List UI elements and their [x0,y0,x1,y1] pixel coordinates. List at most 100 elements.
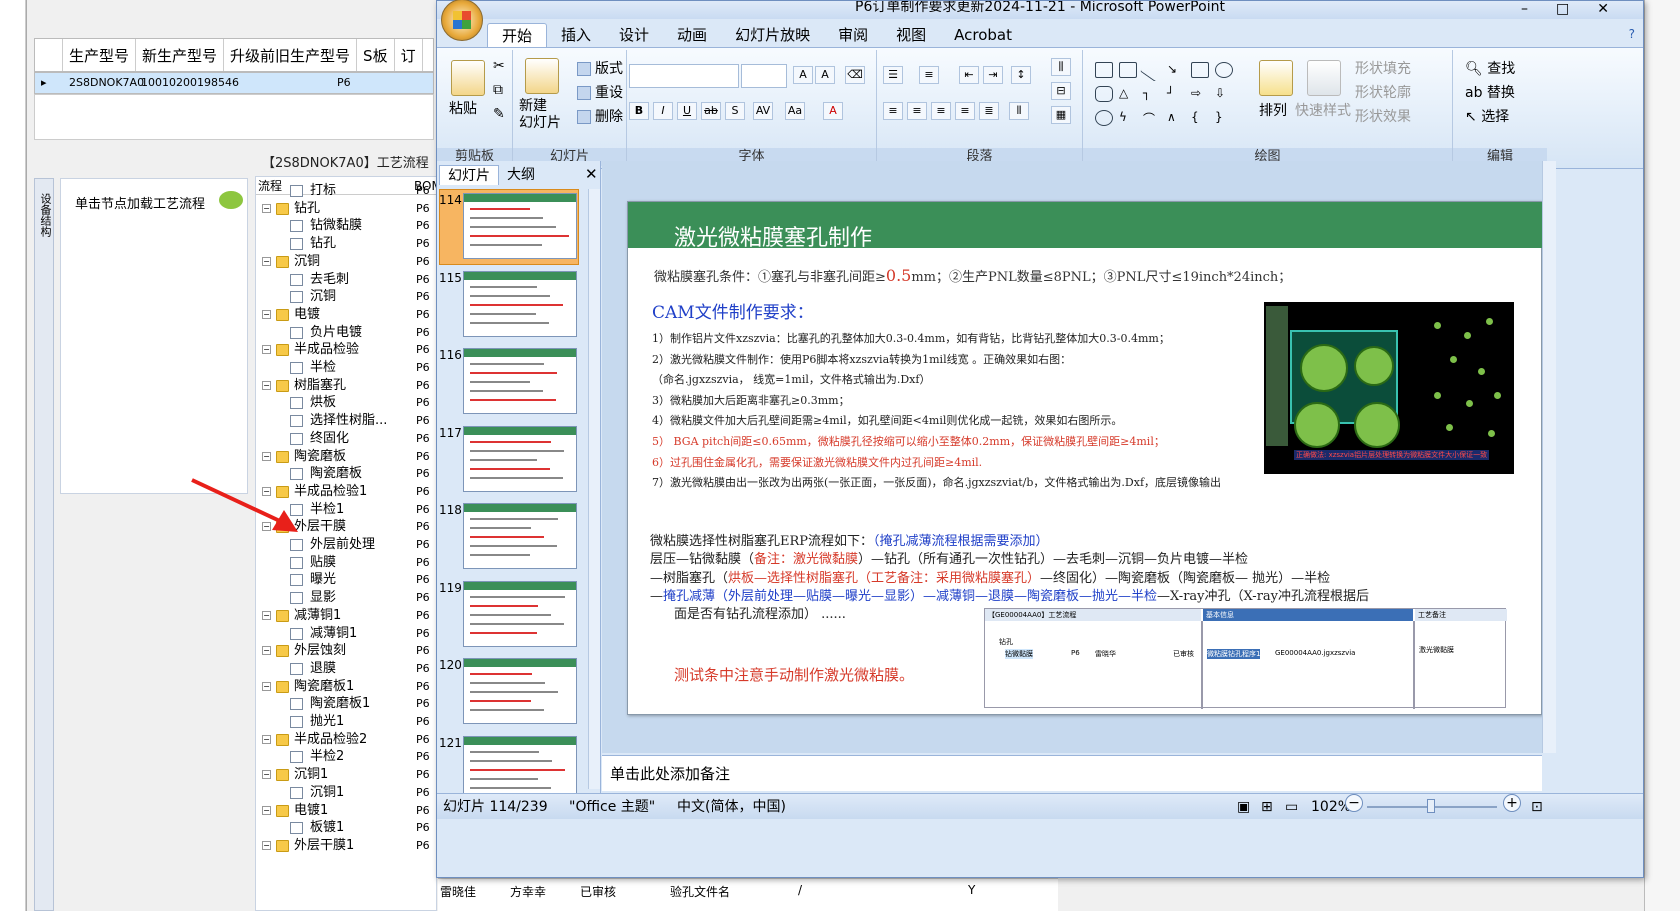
numbering-icon[interactable]: ≡ [919,66,939,84]
cut-icon[interactable]: ✂ [493,58,505,74]
notes-pane[interactable]: 单击此处添加备注 [602,755,1542,791]
select-button[interactable]: ↖ 选择 [1465,106,1509,126]
load-hint-text[interactable]: 单击节点加载工艺流程 [75,193,205,212]
italic-icon[interactable]: I [653,102,673,120]
freeform-shape-icon[interactable]: ∧ [1167,110,1185,126]
copy-icon[interactable]: ⧉ [493,82,503,98]
connector-shape-icon[interactable]: ┐ [1143,86,1161,102]
process-tab-caption[interactable]: 【2S8DNOK7A0】工艺流程 [262,152,429,171]
shape-outline-button[interactable]: 形状轮廓 [1355,82,1411,102]
change-case-icon[interactable]: Aa [785,102,805,120]
slide-thumbnail[interactable] [463,270,577,337]
erp-flow-line-3[interactable]: —树脂塞孔（烘板—选择性树脂塞孔（工艺备注：采用微粘膜塞孔）—终固化）—陶瓷磨板… [650,567,1330,586]
slide-scrollbar[interactable] [1542,161,1556,753]
slide-thumbnail[interactable] [463,193,577,259]
tree-leaf-node[interactable]: 半检2 P6 [256,747,436,766]
tree-leaf-node[interactable]: 钻孔 P6 [256,234,436,253]
current-slide[interactable]: 激光微粘膜塞孔制作 微粘膜塞孔条件：①塞孔与非塞孔间距≥0.5mm；②生产PNL… [627,201,1543,715]
vertical-textbox-shape-icon[interactable] [1119,62,1137,78]
slide-title[interactable]: 激光微粘膜塞孔制作 [674,220,872,252]
down-arrow-shape-icon[interactable]: ⇩ [1215,86,1233,102]
collapse-icon[interactable]: − [262,380,271,390]
arrow-shape-icon[interactable]: ↘ [1167,62,1185,78]
line-shape-icon[interactable] [1140,58,1164,82]
table-row[interactable]: ▸ 2S8DNOK7A0 10010200198546 P6 [34,72,434,94]
layout-button[interactable]: 版式 [577,58,623,78]
paste-icon[interactable] [451,60,485,96]
tree-leaf-node[interactable]: 负片电镀 P6 [256,323,436,342]
column-header[interactable]: 新生产型号 [136,39,225,71]
tree-leaf-node[interactable]: 曝光 P6 [256,570,436,589]
justify-icon[interactable]: ≡ [955,102,975,120]
char-spacing-icon[interactable]: AV [753,102,773,120]
zoom-in-icon[interactable]: + [1503,794,1521,812]
tree-leaf-node[interactable]: 半检 P6 [256,358,436,377]
collapse-icon[interactable]: − [262,203,271,213]
tree-folder-node[interactable]: − 陶瓷磨板 P6 [256,447,436,466]
curve-shape-icon[interactable]: ⌒ [1143,110,1161,126]
language-indicator[interactable]: 中文(简体，中国) [677,794,786,820]
column-header[interactable]: S板 [357,39,395,71]
quick-styles-button[interactable]: 快速样式 [1295,100,1351,120]
collapse-icon[interactable]: − [262,770,271,780]
maximize-icon[interactable]: □ [1556,1,1597,17]
tree-folder-node[interactable]: − 电镀 P6 [256,305,436,324]
tree-leaf-node[interactable]: 沉铜 P6 [256,287,436,306]
elbow-shape-icon[interactable]: ┘ [1167,86,1185,102]
tree-leaf-node[interactable]: 抛光1 P6 [256,712,436,731]
thumbnail-scrollbar[interactable] [588,189,600,789]
slide-thumbnail[interactable] [463,348,577,414]
cam-step[interactable]: （命名.jgxzszvia， 线宽=1mil，文件格式输出为.Dxf） [652,371,930,387]
font-size-field[interactable] [741,64,787,88]
tab-home[interactable]: 开始 [487,23,548,47]
test-strip-tip[interactable]: 测试条中注意手动制作激光微粘膜。 [674,664,914,685]
zoom-slider-handle[interactable] [1427,799,1435,813]
left-brace-shape-icon[interactable]: { [1191,110,1209,126]
fit-window-icon[interactable]: ⊡ [1531,794,1543,820]
text-direction-icon[interactable]: ⫼ [1051,58,1071,76]
tree-leaf-node[interactable]: 去毛刺 P6 [256,270,436,289]
rectangle-shape-icon[interactable] [1191,62,1209,78]
align-left-icon[interactable]: ≡ [883,102,903,120]
theme-name[interactable]: "Office 主题" [569,794,655,820]
erp-flow-line-4[interactable]: —掩孔减薄（外层前处理—贴膜—曝光—显影）—减薄铜—退膜—陶瓷磨板—抛光—半检—… [650,585,1369,604]
equipment-vertical-tab[interactable]: 设备结构 [34,178,54,911]
tree-folder-node[interactable]: − 树脂塞孔 P6 [256,376,436,395]
erp-flow-line-1[interactable]: 微粘膜选择性树脂塞孔ERP流程如下：（掩孔减薄流程根据需要添加） [650,530,1049,549]
cam-step[interactable]: 2）激光微粘膜文件制作：使用P6脚本将xzszvia转换为1mil线宽 。正确效… [652,351,1071,367]
help-icon[interactable]: ? [1629,27,1635,41]
zoom-out-icon[interactable]: − [1345,794,1363,812]
new-slide-icon[interactable] [525,58,559,94]
quick-styles-icon[interactable] [1307,60,1341,96]
rounded-rect-shape-icon[interactable] [1095,86,1113,102]
tree-folder-node[interactable]: − 沉铜 P6 [256,252,436,271]
tab-review[interactable]: 审阅 [824,23,882,47]
tree-leaf-node[interactable]: 烘板 P6 [256,393,436,412]
collapse-icon[interactable]: − [262,805,271,815]
tree-folder-node[interactable]: − 电镀1 P6 [256,801,436,820]
bullets-icon[interactable]: ☰ [883,66,903,84]
shape-effect-button[interactable]: 形状效果 [1355,106,1411,126]
collapse-icon[interactable]: − [262,646,271,656]
tree-folder-node[interactable]: − 沉铜1 P6 [256,765,436,784]
close-icon[interactable]: ✕ [1597,1,1637,17]
shape-fill-button[interactable]: 形状填充 [1355,58,1411,78]
right-brace-shape-icon[interactable]: } [1215,110,1233,126]
erp-flow-line-5[interactable]: 面是否有钻孔流程添加） ...... [674,603,846,622]
tree-folder-node[interactable]: − 外层干膜1 P6 [256,836,436,855]
collapse-icon[interactable]: − [262,840,271,850]
collapse-icon[interactable]: − [262,681,271,691]
tab-outline[interactable]: 大纲 [499,165,543,185]
column-header[interactable]: 升级前旧生产型号 [224,39,358,71]
slide-thumbnail[interactable] [463,503,577,569]
new-slide-button[interactable]: 新建 幻灯片 [519,98,561,132]
arrange-icon[interactable] [1259,60,1293,96]
font-color-icon[interactable]: A [823,102,843,120]
slide-thumbnail[interactable] [463,580,577,647]
paste-button[interactable]: 粘贴 [449,98,477,118]
tree-folder-node[interactable]: − 外层蚀刻 P6 [256,641,436,660]
collapse-icon[interactable]: − [262,256,271,266]
smartart-icon[interactable]: ▦ [1051,106,1071,124]
strikethrough-icon[interactable]: ab [701,102,721,120]
close-pane-icon[interactable]: ✕ [585,165,598,183]
